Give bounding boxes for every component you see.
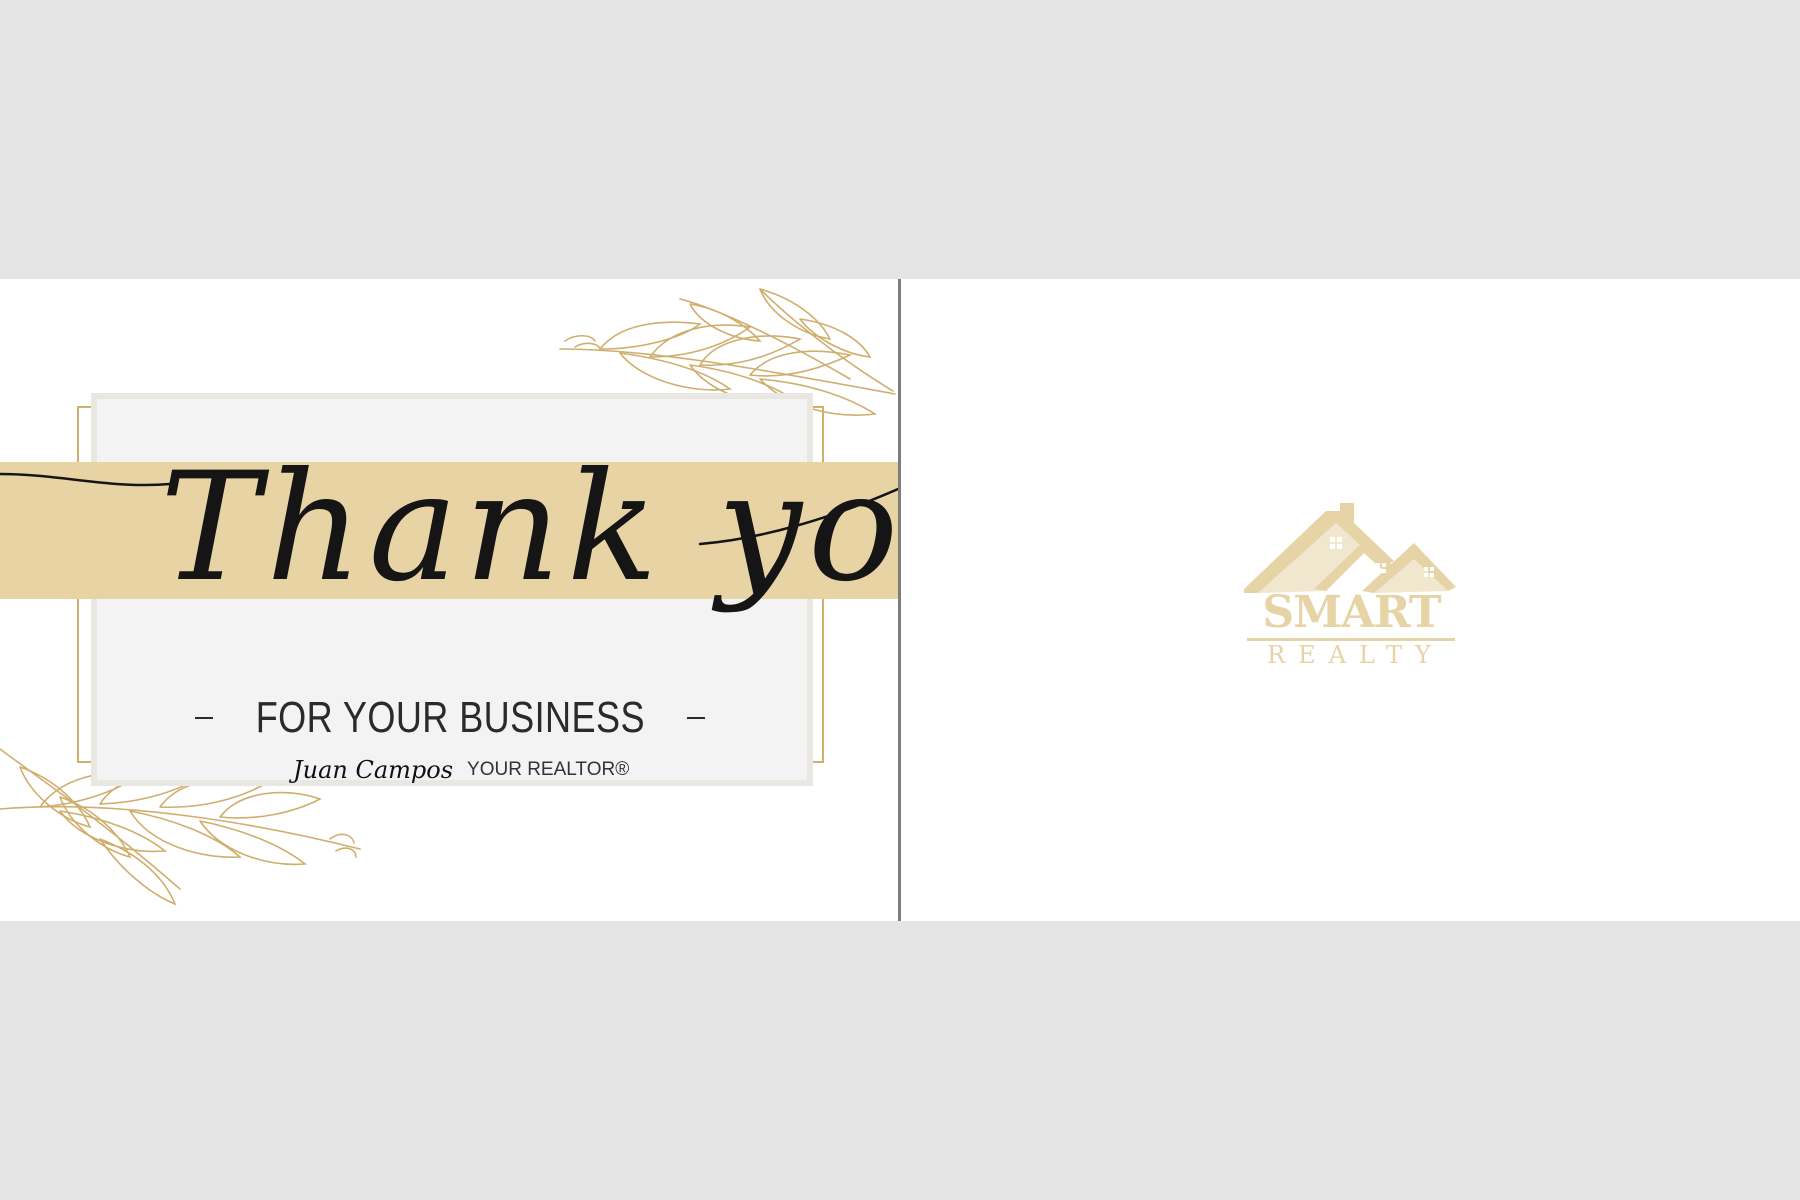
card-back-panel: SMART REALTY xyxy=(901,279,1800,921)
thank-you-card: Thank you FOR YOUR BUSINESS Juan Campos … xyxy=(0,279,1800,921)
smart-realty-logo: SMART REALTY xyxy=(1244,501,1459,668)
for-your-business-row: FOR YOUR BUSINESS xyxy=(195,693,705,743)
for-your-business-text: FOR YOUR BUSINESS xyxy=(255,693,645,742)
realtor-signature-row: Juan Campos YOUR REALTOR® xyxy=(293,747,629,793)
logo-smart-text: SMART xyxy=(1262,587,1441,638)
card-front-panel: Thank you FOR YOUR BUSINESS Juan Campos … xyxy=(0,279,898,921)
right-rule xyxy=(687,717,705,719)
left-rule xyxy=(195,717,213,719)
house-rooftops-icon xyxy=(1244,503,1456,593)
thank-you-text: Thank you xyxy=(160,441,898,615)
thank-you-headline: Thank you xyxy=(0,441,898,615)
realtor-title: YOUR REALTOR® xyxy=(467,759,630,780)
logo-realty-text: REALTY xyxy=(1267,641,1444,669)
realtor-signature: Juan Campos xyxy=(293,756,454,784)
